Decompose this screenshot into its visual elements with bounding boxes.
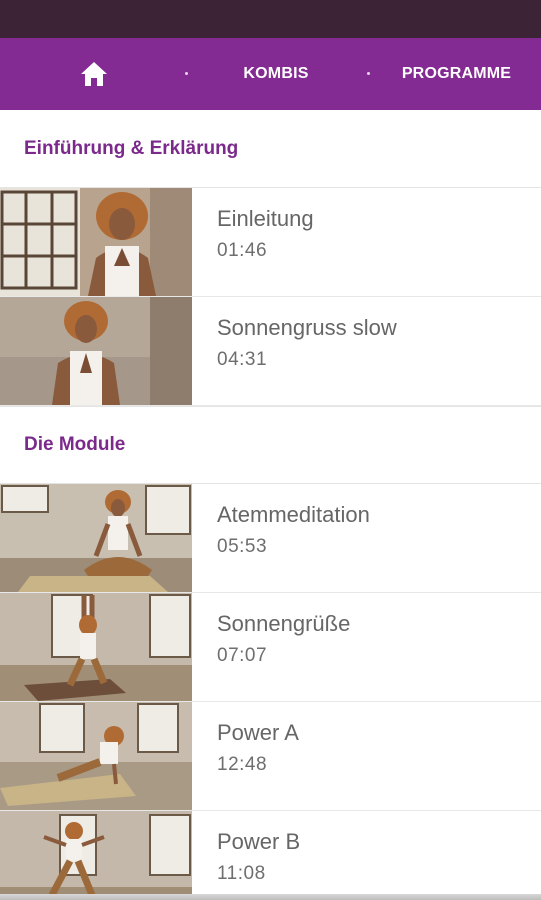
- video-thumbnail: [0, 484, 192, 592]
- section-title: Die Module: [24, 434, 126, 455]
- home-icon: [81, 62, 107, 86]
- section-title: Einführung & Erklärung: [24, 137, 239, 159]
- item-duration: 12:48: [217, 754, 268, 775]
- item-duration: 07:07: [217, 645, 268, 666]
- list-item[interactable]: Sonnengruss slow 04:31: [0, 297, 541, 406]
- status-bar: [0, 0, 541, 38]
- tab-programme-label: PROGRAMME: [401, 65, 512, 82]
- tab-home[interactable]: [40, 38, 148, 110]
- list-item[interactable]: Sonnengrüße 07:07: [0, 593, 541, 702]
- item-title: Atemmeditation: [217, 502, 370, 527]
- video-thumbnail: [0, 702, 192, 810]
- section-header-modules: Die Module: [0, 406, 541, 484]
- item-duration: 05:53: [217, 536, 268, 557]
- video-thumbnail: [0, 297, 192, 405]
- bottom-shadow: [0, 894, 541, 900]
- program-list[interactable]: Einführung & Erklärung Einleitung 01:46 …: [0, 110, 541, 900]
- list-item[interactable]: Power B 11:08: [0, 811, 541, 900]
- tab-programme[interactable]: PROGRAMME: [372, 38, 541, 110]
- tab-kombis-label: KOMBIS: [243, 65, 309, 82]
- tab-separator-dot: [185, 72, 188, 75]
- tab-separator-dot: [367, 72, 370, 75]
- tab-kombis[interactable]: KOMBIS: [200, 38, 352, 110]
- item-title: Sonnengruss slow: [217, 315, 397, 340]
- item-title: Power A: [217, 720, 299, 745]
- list-item[interactable]: Atemmeditation 05:53: [0, 484, 541, 593]
- video-thumbnail: [0, 811, 192, 900]
- section-header-introduction: Einführung & Erklärung: [0, 110, 541, 188]
- item-duration: 11:08: [217, 863, 266, 884]
- item-title: Einleitung: [217, 206, 314, 231]
- item-duration: 01:46: [217, 240, 268, 261]
- video-thumbnail: [0, 593, 192, 701]
- item-duration: 04:31: [217, 349, 268, 370]
- item-title: Power B: [217, 829, 301, 854]
- tab-bar: KOMBIS PROGRAMME: [0, 38, 541, 148]
- item-title: Sonnengrüße: [217, 611, 351, 636]
- list-item[interactable]: Einleitung 01:46: [0, 188, 541, 297]
- video-thumbnail: [0, 188, 192, 296]
- list-item[interactable]: Power A 12:48: [0, 702, 541, 811]
